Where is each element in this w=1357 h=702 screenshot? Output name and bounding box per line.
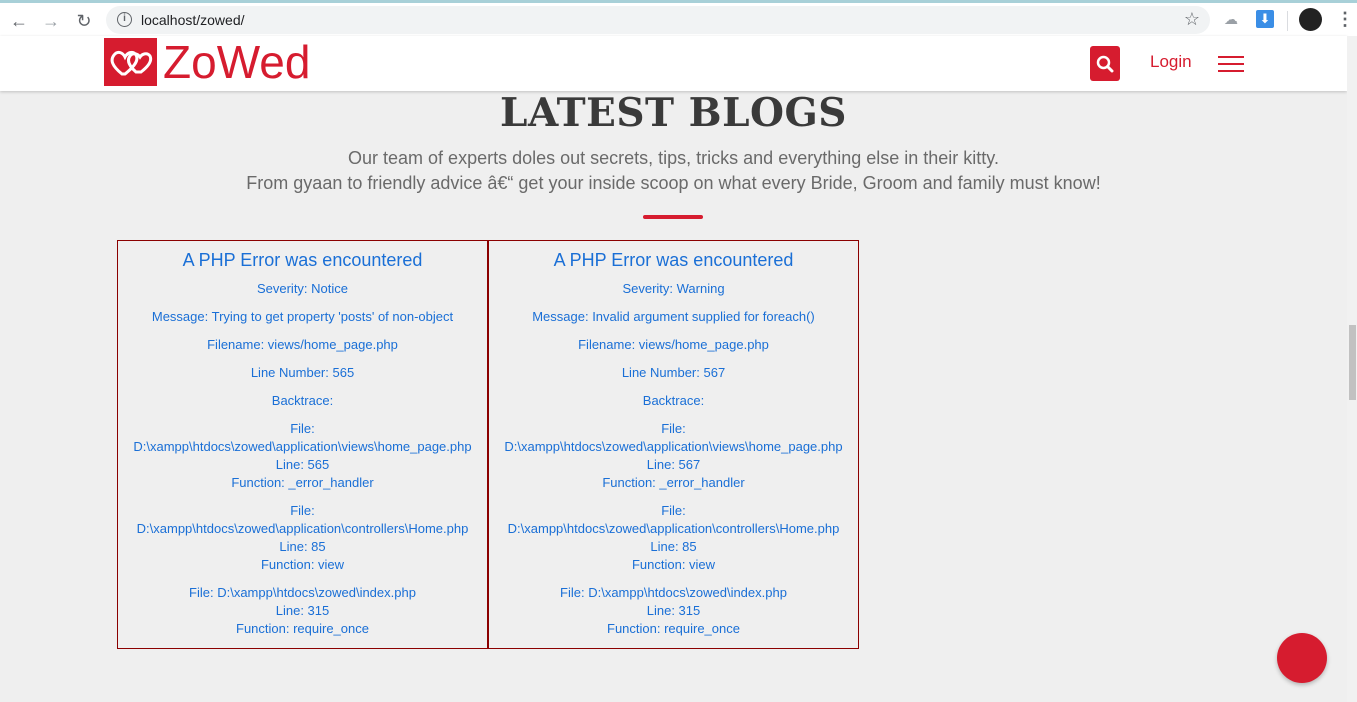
address-bar[interactable]: i localhost/zowed/ ☆ [106,6,1210,34]
search-icon [1096,55,1114,72]
scrollbar-thumb[interactable] [1349,325,1356,400]
trace-file-path: D:\xampp\htdocs\zowed\application\views\… [504,439,843,454]
php-error-box: A PHP Error was encountered Severity: Wa… [488,240,859,649]
login-link[interactable]: Login [1150,52,1192,72]
browser-toolbar: ← → ↻ i localhost/zowed/ ☆ ☁ ⬇ ⋮ [0,0,1357,36]
url-text[interactable]: localhost/zowed/ [141,12,245,28]
title-divider [643,215,703,219]
error-title: A PHP Error was encountered [182,250,423,270]
extension-cloud-icon[interactable]: ☁ [1224,11,1242,29]
trace-file-label: File: [290,421,315,436]
trace-line: Line: 85 [279,539,326,554]
section-title: LATEST BLOGS [500,90,847,136]
trace-line: Line: 567 [646,457,701,472]
trace-function: Function: _error_handler [231,475,374,490]
logo-text-zo: Zo [163,36,217,88]
extension-download-icon[interactable]: ⬇ [1256,10,1274,28]
error-line-number: Line Number: 565 [250,365,355,380]
reload-icon[interactable]: ↻ [72,9,96,33]
back-arrow-icon[interactable]: ← [7,9,31,33]
error-filename: Filename: views/home_page.php [207,337,398,352]
error-message: Message: Invalid argument supplied for f… [532,309,815,324]
trace-file-path: D:\xampp\htdocs\zowed\application\contro… [507,521,840,536]
backtrace-entry: File: D:\xampp\htdocs\zowed\application\… [489,420,858,492]
trace-file-path: File: D:\xampp\htdocs\zowed\index.php [560,585,787,600]
trace-line: Line: 565 [275,457,330,472]
backtrace-entry: File: D:\xampp\htdocs\zowed\index.php Li… [118,584,487,638]
floating-action-button[interactable] [1277,633,1327,683]
browser-menu-icon[interactable]: ⋮ [1336,9,1354,30]
error-message: Message: Trying to get property 'posts' … [151,309,454,324]
logo-text-wed: Wed [216,36,311,88]
error-backtrace-label: Backtrace: [642,393,705,408]
logo-text: ZoWed [163,38,310,86]
error-title: A PHP Error was encountered [553,250,794,270]
error-severity: Severity: Warning [622,281,725,296]
site-header: ZoWed Login [0,36,1347,91]
trace-file-label: File: [661,503,686,518]
profile-avatar[interactable] [1299,8,1322,31]
section-subtitle-1: Our team of experts doles out secrets, t… [348,148,999,168]
trace-function: Function: _error_handler [602,475,745,490]
error-filename: Filename: views/home_page.php [578,337,769,352]
php-error-box: A PHP Error was encountered Severity: No… [117,240,488,649]
trace-file-label: File: [290,503,315,518]
trace-line: Line: 315 [646,603,701,618]
site-info-icon[interactable]: i [117,12,132,27]
backtrace-entry: File: D:\xampp\htdocs\zowed\index.php Li… [489,584,858,638]
backtrace-entry: File: D:\xampp\htdocs\zowed\application\… [118,420,487,492]
logo-hearts-icon [104,38,157,86]
error-severity: Severity: Notice [256,281,349,296]
trace-line: Line: 85 [650,539,697,554]
error-line-number: Line Number: 567 [621,365,726,380]
trace-file-path: File: D:\xampp\htdocs\zowed\index.php [189,585,416,600]
trace-line: Line: 315 [275,603,330,618]
trace-function: Function: view [260,557,345,572]
trace-function: Function: view [631,557,716,572]
search-button[interactable] [1090,46,1120,81]
trace-function: Function: require_once [236,621,369,636]
section-subtitle-2: From gyaan to friendly advice â€“ get yo… [246,173,1101,193]
trace-file-label: File: [661,421,686,436]
backtrace-entry: File: D:\xampp\htdocs\zowed\application\… [489,502,858,574]
hamburger-menu-icon[interactable] [1218,56,1244,72]
trace-file-path: D:\xampp\htdocs\zowed\application\contro… [136,521,469,536]
zowed-logo[interactable]: ZoWed [104,38,310,86]
forward-arrow-icon[interactable]: → [39,9,63,33]
trace-function: Function: require_once [607,621,740,636]
bookmark-star-icon[interactable]: ☆ [1184,9,1200,30]
backtrace-entry: File: D:\xampp\htdocs\zowed\application\… [118,502,487,574]
error-backtrace-label: Backtrace: [271,393,334,408]
toolbar-separator [1287,11,1288,31]
trace-file-path: D:\xampp\htdocs\zowed\application\views\… [133,439,472,454]
